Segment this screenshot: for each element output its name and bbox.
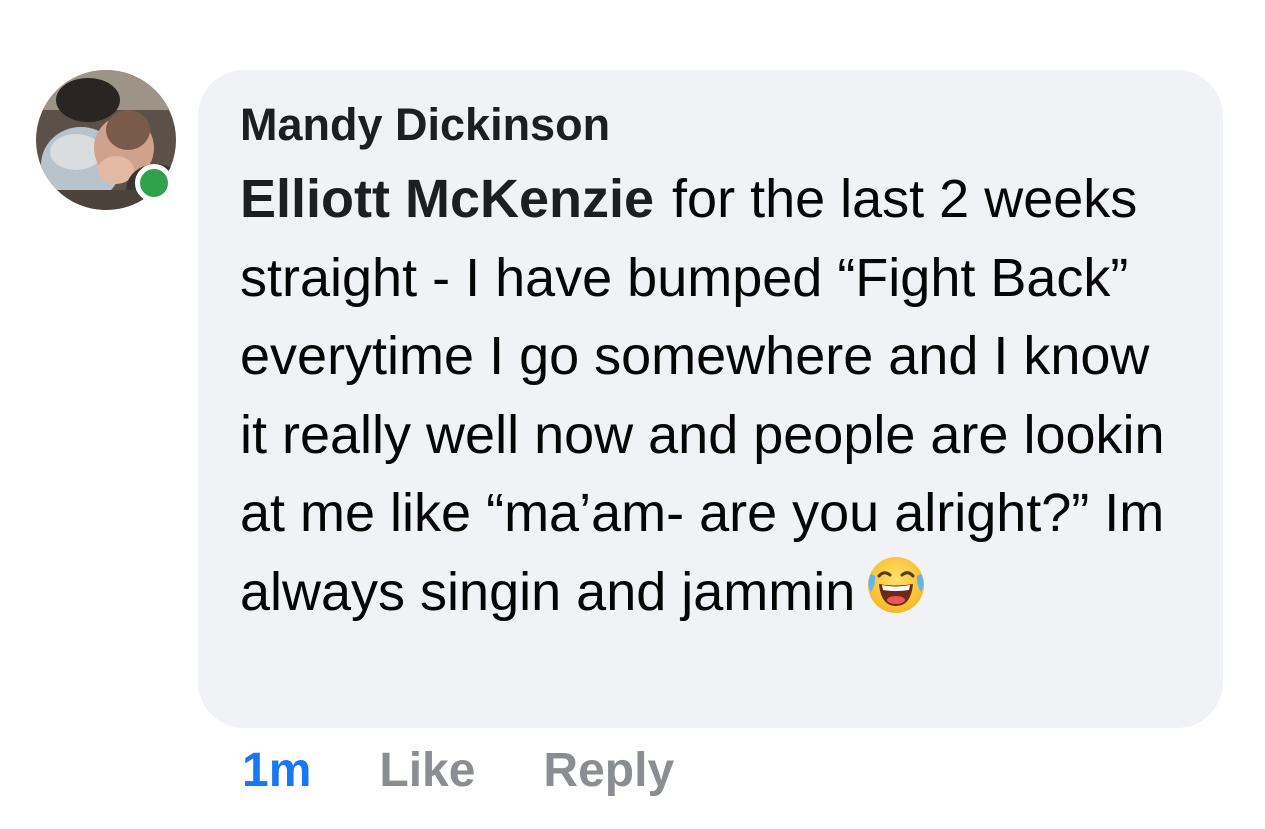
comment-actions: 1m Like Reply xyxy=(242,738,674,802)
comment-author[interactable]: Mandy Dickinson xyxy=(240,96,1183,154)
reply-button[interactable]: Reply xyxy=(543,743,674,798)
comment-timestamp[interactable]: 1m xyxy=(242,743,311,798)
laughing-crying-emoji-icon xyxy=(865,554,927,616)
comment: Mandy Dickinson Elliott McKenzie for the … xyxy=(0,0,1265,829)
comment-text: for the last 2 weeks straight - I have b… xyxy=(240,169,1165,622)
mention-link[interactable]: Elliott McKenzie xyxy=(240,169,654,229)
online-status-dot xyxy=(135,164,173,202)
like-button[interactable]: Like xyxy=(379,743,475,798)
comment-bubble: Mandy Dickinson Elliott McKenzie for the … xyxy=(198,70,1223,728)
comment-body: Elliott McKenzie for the last 2 weeks str… xyxy=(240,160,1180,631)
